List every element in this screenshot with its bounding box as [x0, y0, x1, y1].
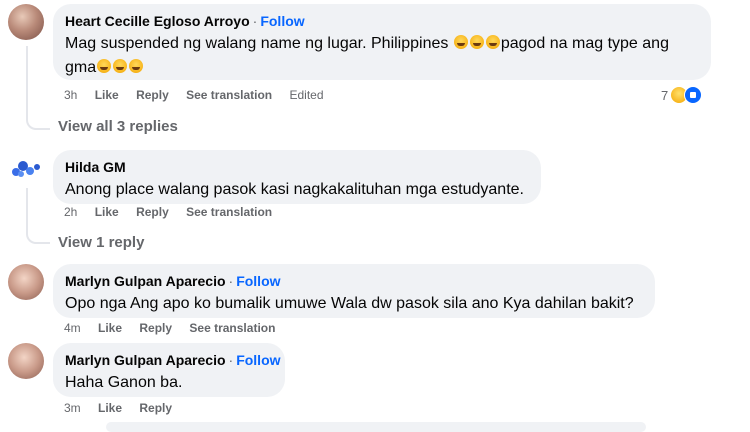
like-button[interactable]: Like [95, 88, 119, 102]
rofl-emoji-icon [469, 35, 484, 49]
reaction-summary[interactable]: 7 [661, 86, 703, 104]
see-translation-button[interactable]: See translation [189, 321, 275, 335]
comment-bubble: Marlyn Gulpan Aparecio · Follow Opo nga An… [53, 264, 655, 318]
rofl-emoji-icon [113, 59, 128, 73]
like-button[interactable]: Like [98, 401, 122, 415]
timestamp[interactable]: 4m [64, 321, 81, 335]
follow-button[interactable]: Follow [260, 13, 304, 29]
separator-dot: · [228, 352, 234, 368]
comment-text-part: Mag suspended ng walang name ng lugar. P… [65, 35, 453, 52]
like-button[interactable]: Like [98, 321, 122, 335]
comment-text: Mag suspended ng walang name ng lugar. P… [65, 32, 699, 56]
avatar[interactable] [8, 264, 44, 300]
comment-text: Opo nga Ang apo ko bumalik umuwe Wala dw… [65, 295, 634, 312]
avatar[interactable] [8, 343, 44, 379]
rofl-emoji-icon [97, 59, 112, 73]
avatar[interactable] [8, 4, 44, 40]
comment-author[interactable]: Hilda GM [65, 159, 126, 175]
comment-text: Anong place walang pasok kasi nagkakalit… [65, 181, 524, 198]
see-translation-button[interactable]: See translation [186, 88, 272, 102]
view-replies-link[interactable]: View all 3 replies [58, 118, 178, 135]
comment-bubble: Heart Cecille Egloso Arroyo · Follow Mag s… [53, 4, 711, 80]
timestamp[interactable]: 3m [64, 401, 81, 415]
separator-dot: · [228, 273, 234, 289]
reaction-count: 7 [661, 87, 669, 103]
thread-line [26, 188, 50, 244]
rofl-emoji-icon [453, 35, 468, 49]
view-replies-link[interactable]: View 1 reply [58, 234, 144, 251]
timestamp[interactable]: 3h [64, 88, 77, 102]
comment-text: Haha Ganon ba. [65, 374, 183, 391]
avatar[interactable] [8, 150, 44, 186]
comment-actions: 4m Like Reply See translation [64, 320, 289, 336]
comment-bubble: Hilda GM Anong place walang pasok kasi n… [53, 150, 541, 204]
comment-author[interactable]: Marlyn Gulpan Aparecio [65, 273, 226, 289]
timestamp[interactable]: 2h [64, 205, 77, 219]
comment-author[interactable]: Marlyn Gulpan Aparecio [65, 352, 226, 368]
next-comment-bubble [106, 422, 646, 432]
reply-button[interactable]: Reply [139, 321, 172, 335]
comment-actions: 3m Like Reply [64, 400, 186, 416]
separator-dot: · [252, 13, 258, 29]
comment-actions: 2h Like Reply See translation [64, 204, 286, 220]
comment-text-part: pagod na mag type ang [500, 35, 669, 52]
comment-author[interactable]: Heart Cecille Egloso Arroyo [65, 13, 250, 29]
rofl-emoji-icon [485, 35, 500, 49]
comment-bubble: Marlyn Gulpan Aparecio · Follow Haha Ganon… [53, 343, 285, 397]
reply-button[interactable]: Reply [139, 401, 172, 415]
follow-button[interactable]: Follow [236, 352, 280, 368]
edited-label: Edited [289, 88, 324, 102]
avatar-image [12, 161, 40, 177]
reply-button[interactable]: Reply [136, 88, 169, 102]
reply-button[interactable]: Reply [136, 205, 169, 219]
comment-actions: 3h Like Reply See translation Edited [64, 87, 338, 103]
follow-button[interactable]: Follow [236, 273, 280, 289]
like-button[interactable]: Like [95, 205, 119, 219]
rofl-emoji-icon [129, 59, 144, 73]
like-icon [684, 86, 703, 104]
see-translation-button[interactable]: See translation [186, 205, 272, 219]
comment-text-line2: gma [65, 56, 699, 80]
thread-line [26, 46, 50, 130]
comment-text-part: gma [65, 59, 97, 76]
